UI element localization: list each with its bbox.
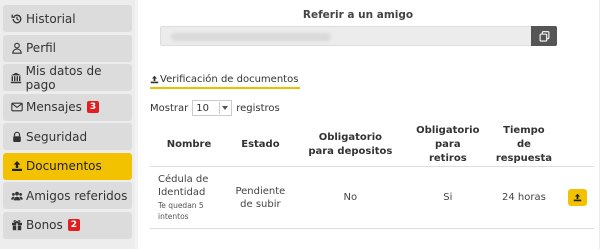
sidebar-item-bonos[interactable]: Bonos 2 <box>3 211 132 239</box>
sidebar-item-label: Seguridad <box>26 129 88 144</box>
sidebar-item-historial[interactable]: Historial <box>3 5 132 32</box>
lock-icon <box>10 131 23 143</box>
show-label: Mostrar <box>150 102 189 114</box>
tab-verificacion-documentos[interactable]: Verificación de documentos <box>150 72 301 89</box>
tab-label: Verificación de documentos <box>160 74 299 85</box>
user-icon <box>10 42 23 54</box>
page-size-select[interactable]: 10 <box>192 100 233 116</box>
copy-icon <box>539 30 550 42</box>
gift-icon <box>10 219 23 231</box>
copy-link-button[interactable] <box>531 26 557 46</box>
referral-link-field[interactable] <box>160 26 531 46</box>
sidebar: Historial Perfil Mis datos de pago Mensa… <box>0 0 135 249</box>
document-name-cell: Cédula de Identidad Te quedan 5 intentos <box>150 166 228 229</box>
attempts-remaining: Te quedan 5 intentos <box>158 201 204 221</box>
column-header-estado[interactable]: Estado <box>227 124 293 167</box>
column-header-obligatorio-depositos[interactable]: Obligatorio para depositos <box>292 124 408 167</box>
bank-icon <box>10 72 23 84</box>
required-for-deposits: No <box>292 166 408 229</box>
referral-link-row <box>160 26 557 46</box>
documents-table: Nombre Estado Obligatorio para depositos… <box>150 124 594 229</box>
table-header-row: Nombre Estado Obligatorio para depositos… <box>150 124 594 167</box>
envelope-icon <box>10 101 23 113</box>
upload-document-button[interactable] <box>567 189 587 206</box>
sidebar-item-label: Perfil <box>26 41 57 55</box>
bonus-count-badge: 2 <box>67 219 81 231</box>
column-header-obligatorio-retiros[interactable]: Obligatorio para retiros <box>407 124 488 167</box>
sidebar-item-mensajes[interactable]: Mensajes 3 <box>3 93 132 121</box>
history-icon <box>10 13 23 25</box>
required-for-withdrawals: Si <box>407 166 488 229</box>
response-time: 24 horas <box>487 166 561 229</box>
document-name: Cédula de Identidad <box>158 174 209 198</box>
sidebar-item-documentos[interactable]: Documentos <box>3 152 132 180</box>
column-header-actions <box>560 124 594 167</box>
page-size-control: Mostrar 10 registros <box>150 100 280 116</box>
sidebar-item-label: Mis datos de pago <box>25 63 102 92</box>
sidebar-item-label: Documentos <box>26 159 102 173</box>
sidebar-item-perfil[interactable]: Perfil <box>3 34 132 62</box>
column-header-tiempo-respuesta[interactable]: Tiempo de respuesta <box>487 124 561 167</box>
page-size-value: 10 <box>196 102 209 114</box>
unread-count-badge: 3 <box>86 101 100 113</box>
chevron-down-icon <box>219 102 229 114</box>
upload-icon <box>150 75 160 84</box>
document-status: Pendiente de subir <box>227 166 293 229</box>
sidebar-item-mis-datos-de-pago[interactable]: Mis datos de pago <box>3 63 132 92</box>
sidebar-item-label: Amigos referidos <box>26 188 128 203</box>
users-icon <box>10 190 23 202</box>
upload-icon <box>10 160 23 172</box>
sidebar-item-label: Historial <box>26 11 76 26</box>
redacted-referral-link <box>171 33 331 41</box>
sidebar-item-seguridad[interactable]: Seguridad <box>3 123 132 150</box>
actions-cell <box>560 166 594 229</box>
main-content: Referir a un amigo Verificación de docum… <box>138 0 600 249</box>
sidebar-item-label: Bonos <box>26 218 63 232</box>
table-row: Cédula de Identidad Te quedan 5 intentos… <box>150 166 594 229</box>
sidebar-item-label: Mensajes <box>26 100 82 114</box>
sidebar-item-amigos-referidos[interactable]: Amigos referidos <box>3 182 132 209</box>
upload-icon <box>573 193 582 202</box>
column-header-nombre[interactable]: Nombre <box>150 124 228 167</box>
referral-title: Referir a un amigo <box>302 9 414 21</box>
records-label: registros <box>236 102 280 114</box>
